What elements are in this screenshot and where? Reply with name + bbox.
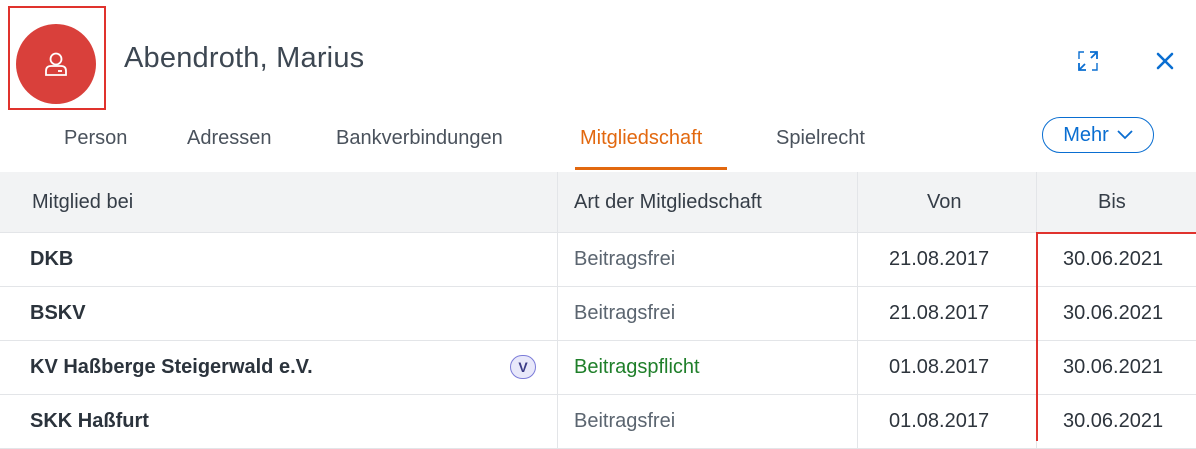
close-icon[interactable] (1151, 47, 1179, 75)
column-header-mitglied[interactable]: Mitglied bei (32, 172, 133, 232)
table-row[interactable]: KV Haßberge Steigerwald e.V. V Beitragsp… (0, 341, 1196, 395)
date-from: 21.08.2017 (889, 302, 990, 324)
member-name: SKK Haßfurt (30, 410, 149, 432)
tab-adressen[interactable]: Adressen (187, 128, 272, 168)
tab-bankverbindungen[interactable]: Bankverbindungen (336, 128, 503, 168)
membership-type: Beitragsfrei (574, 302, 676, 324)
membership-type: Beitragspflicht (574, 356, 700, 378)
expand-icon[interactable] (1074, 47, 1102, 75)
chevron-down-icon (1117, 130, 1133, 140)
table-row[interactable]: DKB Beitragsfrei 21.08.2017 30.06.2021 (0, 233, 1196, 287)
verband-badge: V (510, 355, 536, 379)
bis-column-highlight-frame (1036, 232, 1196, 441)
membership-type: Beitragsfrei (574, 410, 676, 432)
avatar[interactable] (16, 24, 96, 104)
column-header-art[interactable]: Art der Mitgliedschaft (574, 172, 762, 232)
column-divider (857, 172, 858, 449)
column-header-von[interactable]: Von (927, 172, 961, 232)
date-from: 21.08.2017 (889, 248, 990, 270)
member-name: BSKV (30, 302, 86, 324)
column-header-bis[interactable]: Bis (1098, 172, 1126, 232)
column-divider (557, 172, 558, 449)
tab-mitgliedschaft[interactable]: Mitgliedschaft (580, 128, 702, 168)
table-header: Mitglied bei Art der Mitgliedschaft Von … (0, 172, 1196, 233)
member-name: DKB (30, 248, 74, 270)
membership-type: Beitragsfrei (574, 248, 676, 270)
page-title: Abendroth, Marius (124, 42, 365, 74)
date-from: 01.08.2017 (889, 410, 990, 432)
person-icon (45, 52, 67, 76)
tab-bar: Person Adressen Bankverbindungen Mitglie… (0, 120, 1196, 172)
tab-spielrecht[interactable]: Spielrecht (776, 128, 865, 168)
member-name: KV Haßberge Steigerwald e.V. (30, 356, 313, 378)
object-header: Abendroth, Marius (0, 0, 1196, 120)
table-row[interactable]: BSKV Beitragsfrei 21.08.2017 30.06.2021 (0, 287, 1196, 341)
more-button-label: Mehr (1063, 123, 1109, 146)
tab-person[interactable]: Person (64, 128, 127, 168)
more-button[interactable]: Mehr (1042, 117, 1154, 153)
active-tab-indicator (575, 167, 727, 170)
date-from: 01.08.2017 (889, 356, 990, 378)
